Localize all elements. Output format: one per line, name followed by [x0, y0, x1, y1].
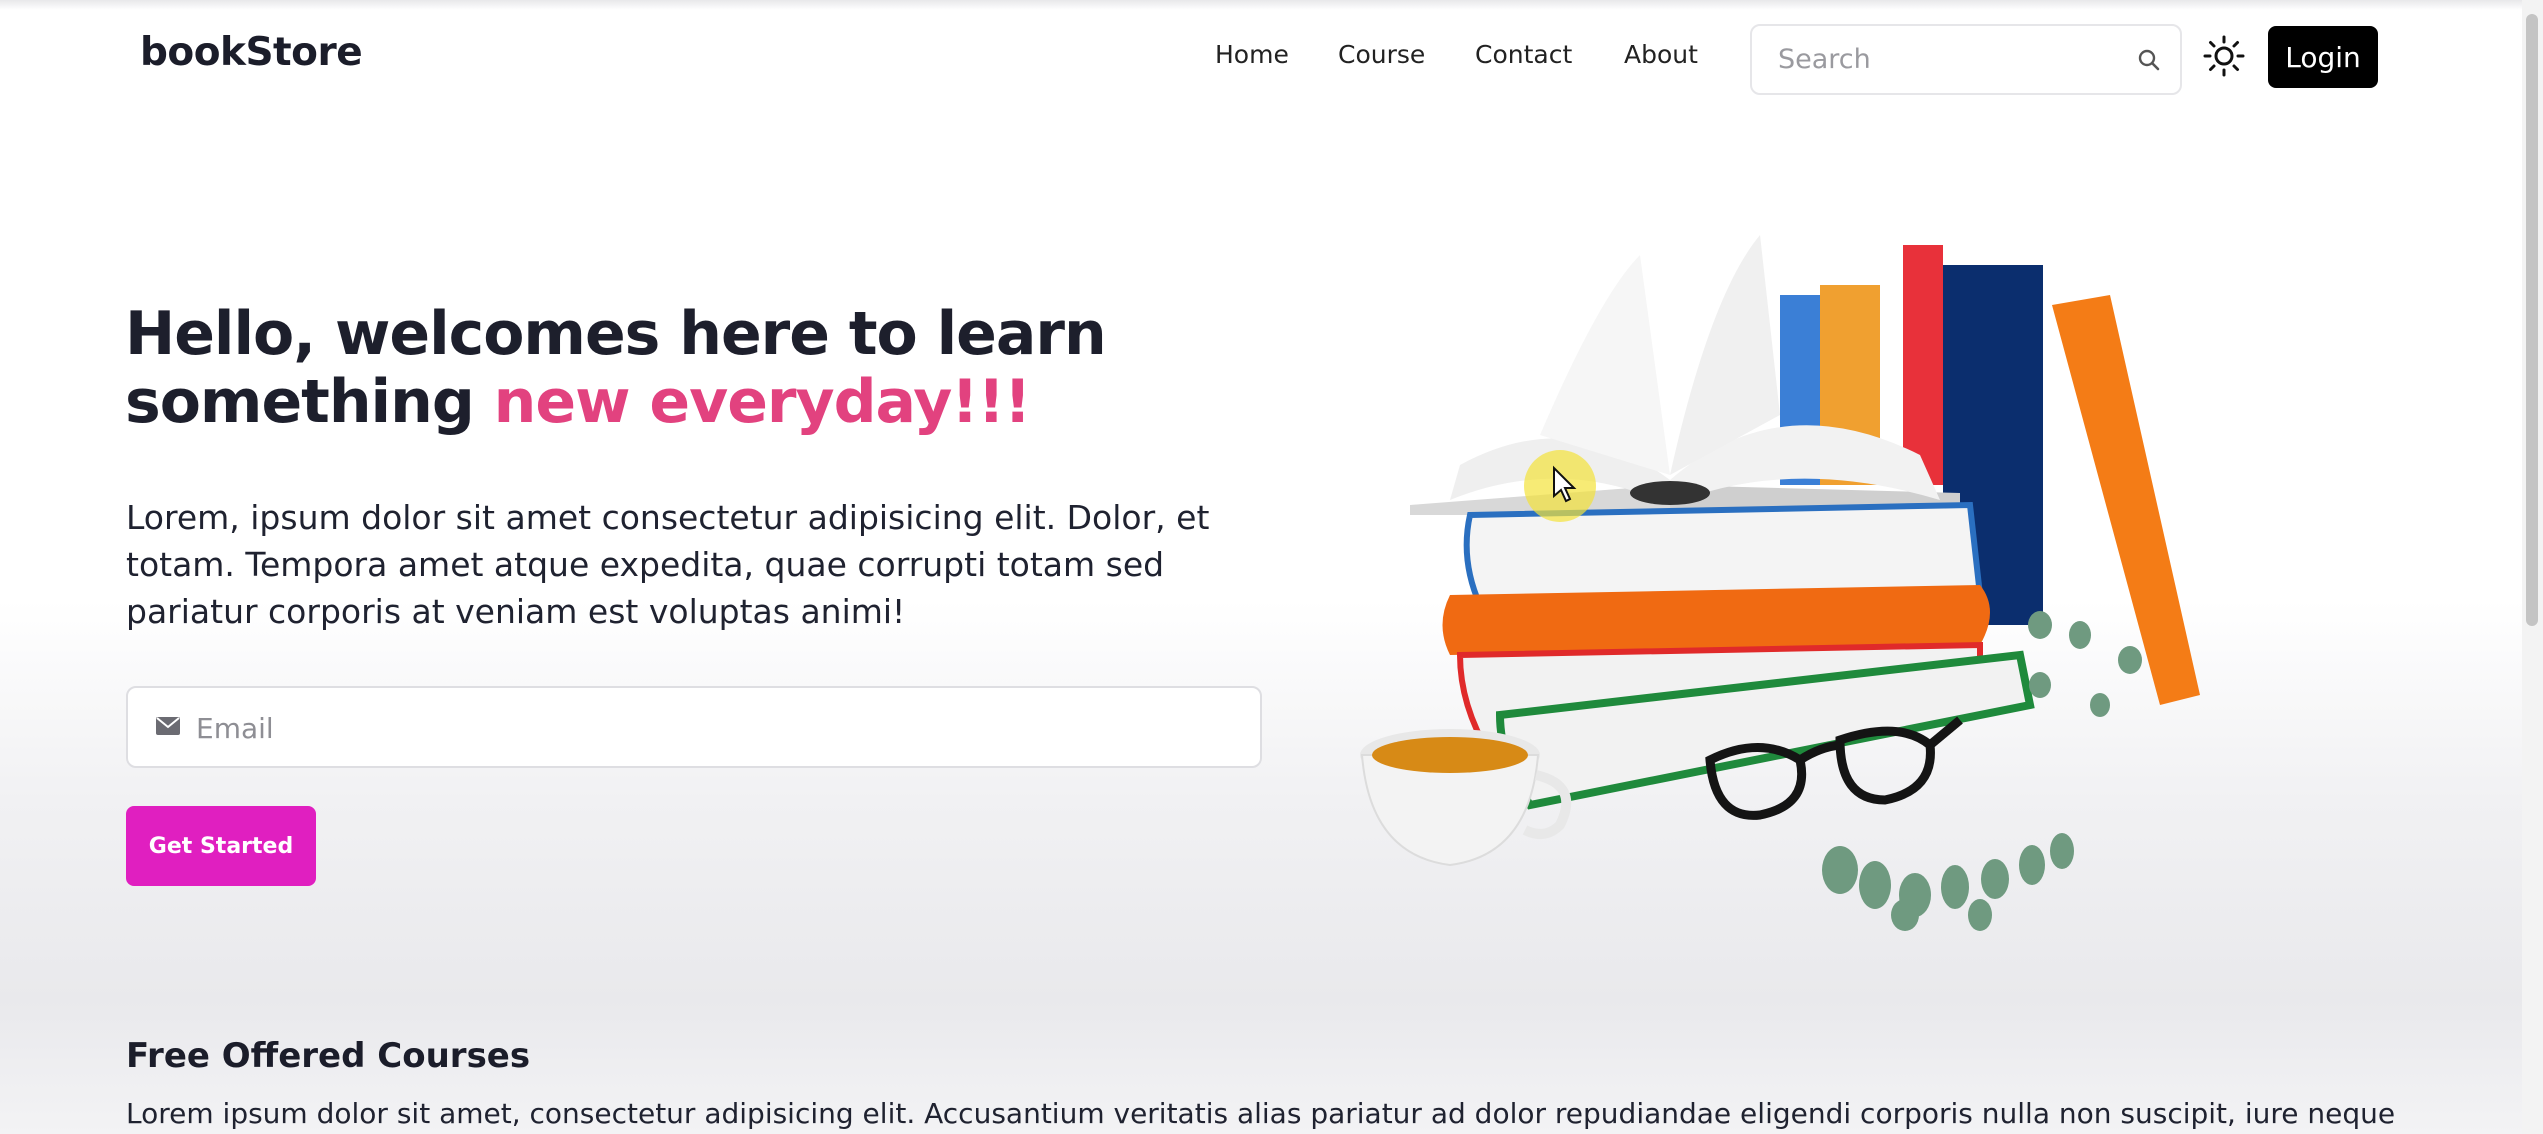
top-shadow	[0, 0, 2543, 10]
courses-title: Free Offered Courses	[126, 1036, 531, 1076]
search-box	[1750, 24, 2182, 95]
hero-description: Lorem, ipsum dolor sit amet consectetur …	[126, 498, 1210, 631]
page-scrollbar[interactable]	[2522, 0, 2543, 1134]
hero-title-accent: new everyday!!!	[493, 367, 1032, 437]
nav-about[interactable]: About	[1624, 40, 1698, 69]
email-input[interactable]	[194, 706, 1198, 750]
nav-contact[interactable]: Contact	[1475, 40, 1572, 69]
mail-icon	[156, 717, 180, 735]
email-field-container	[126, 686, 1262, 768]
hero-title: Hello, welcomes here to learn something …	[125, 300, 1325, 436]
nav-home[interactable]: Home	[1215, 40, 1289, 69]
scrollbar-thumb[interactable]	[2526, 14, 2538, 626]
login-button[interactable]: Login	[2268, 26, 2378, 88]
sun-icon[interactable]	[2202, 34, 2246, 78]
books-illustration	[1360, 235, 2200, 931]
search-icon[interactable]	[2136, 47, 2162, 73]
get-started-button[interactable]: Get Started	[126, 806, 316, 886]
search-input[interactable]	[1776, 38, 2110, 80]
nav-course[interactable]: Course	[1338, 40, 1425, 69]
brand-logo[interactable]: bookStore	[140, 30, 363, 75]
mouse-cursor-icon	[1524, 450, 1596, 522]
courses-description: Lorem ipsum dolor sit amet, consectetur …	[126, 1097, 2396, 1130]
